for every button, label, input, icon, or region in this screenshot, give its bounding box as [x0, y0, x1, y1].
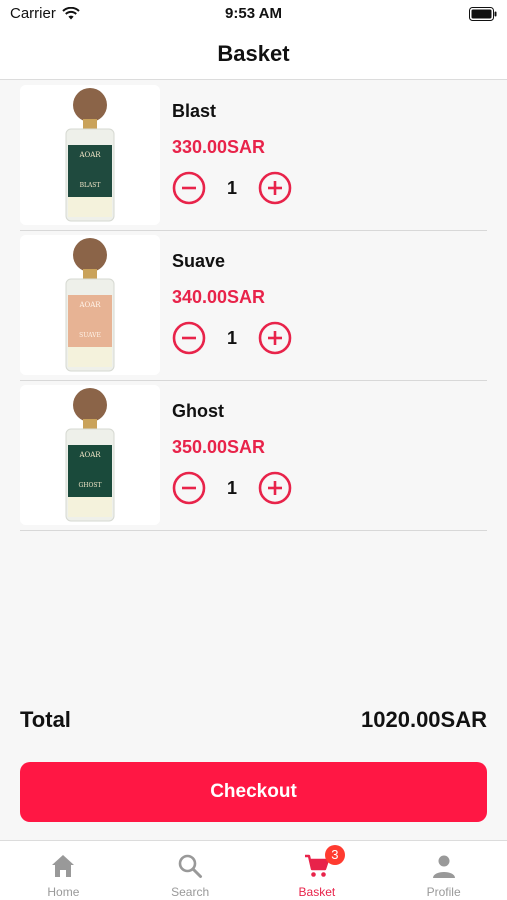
item-price: 330.00SAR: [172, 137, 266, 157]
increase-quantity-button[interactable]: [258, 471, 292, 505]
basket-item: AOAR BLAST Blast 330.00SAR 1: [20, 81, 487, 231]
quantity-value: 1: [226, 477, 237, 498]
svg-text:AOAR: AOAR: [78, 151, 101, 159]
status-time: 9:53 AM: [225, 5, 282, 22]
search-icon: [178, 854, 203, 878]
perfume-bottle-icon: AOAR SUAVE: [20, 235, 160, 375]
tab-basket[interactable]: 3 Basket: [254, 841, 381, 900]
tab-home[interactable]: Home: [0, 841, 127, 900]
quantity-stepper: 1: [172, 171, 292, 205]
perfume-bottle-icon: AOAR BLAST: [20, 85, 160, 225]
svg-text:GHOST: GHOST: [78, 482, 101, 489]
basket-item: AOAR GHOST Ghost 350.00SAR 1: [20, 381, 487, 531]
tab-label: Search: [171, 885, 210, 899]
quantity-value: 1: [226, 177, 237, 198]
svg-text:AOAR: AOAR: [78, 451, 101, 459]
svg-text:SUAVE: SUAVE: [79, 332, 101, 339]
decrease-quantity-button[interactable]: [172, 321, 206, 355]
tab-label: Home: [47, 885, 80, 899]
increase-quantity-button[interactable]: [258, 321, 292, 355]
tab-bar: Home Search 3 Basket Profile: [0, 840, 507, 900]
nav-header: Basket: [0, 28, 507, 80]
product-image[interactable]: AOAR BLAST: [20, 85, 160, 225]
quantity-stepper: 1: [172, 321, 292, 355]
product-image[interactable]: AOAR SUAVE: [20, 235, 160, 375]
battery-icon: [469, 7, 497, 21]
item-name: Suave: [172, 251, 226, 271]
basket-item: AOAR SUAVE Suave 340.00SAR 1: [20, 231, 487, 381]
decrease-quantity-button[interactable]: [172, 171, 206, 205]
quantity-value: 1: [226, 327, 237, 348]
tab-label: Profile: [426, 885, 461, 899]
checkout-button[interactable]: Checkout: [20, 762, 487, 822]
item-price: 350.00SAR: [172, 437, 266, 457]
item-name: Blast: [172, 101, 217, 121]
svg-text:AOAR: AOAR: [78, 301, 101, 309]
home-icon: [52, 855, 75, 877]
tab-label: Basket: [298, 885, 336, 899]
total-label: Total: [20, 707, 71, 732]
total-value: 1020.00SAR: [361, 707, 487, 732]
profile-icon: [432, 855, 455, 878]
total-row: Total 1020.00SAR: [20, 704, 487, 736]
product-image[interactable]: AOAR GHOST: [20, 385, 160, 525]
tab-profile[interactable]: Profile: [380, 841, 507, 900]
quantity-stepper: 1: [172, 471, 292, 505]
status-bar: Carrier 9:53 AM: [0, 0, 507, 28]
svg-text:BLAST: BLAST: [80, 182, 101, 189]
perfume-bottle-icon: AOAR GHOST: [20, 385, 160, 525]
cart-count-badge: 3: [324, 845, 345, 865]
decrease-quantity-button[interactable]: [172, 471, 206, 505]
item-name: Ghost: [172, 401, 224, 421]
tab-search[interactable]: Search: [127, 841, 254, 900]
increase-quantity-button[interactable]: [258, 171, 292, 205]
basket-item-list: AOAR BLAST Blast 330.00SAR 1 AOAR SUAVE …: [0, 81, 507, 531]
page-title: Basket: [217, 40, 290, 66]
item-price: 340.00SAR: [172, 287, 266, 307]
